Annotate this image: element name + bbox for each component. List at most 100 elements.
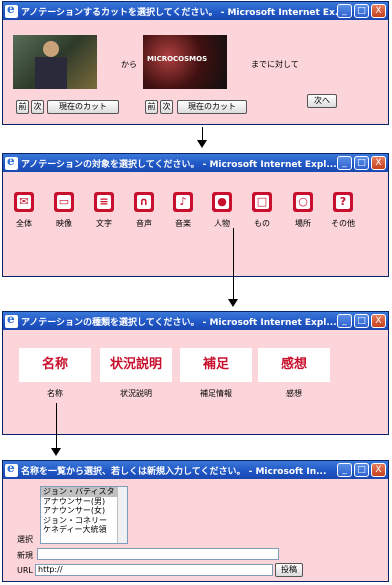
document-icon[interactable]: ≡ xyxy=(94,192,114,212)
window-content: から MICROCOSMOS までに対して 前 次 現在のカット 前 次 現在の… xyxy=(3,20,388,124)
start-cut-thumbnail xyxy=(13,35,97,89)
target-label[interactable]: 映像 xyxy=(44,218,84,229)
until-label: までに対して xyxy=(251,60,299,69)
envelope-icon[interactable]: ✉ xyxy=(14,192,34,212)
name-listbox[interactable]: ジョン・バティスタ アナウンサー(男) アナウンサー(女) ジョン・コネリー ケネディー… xyxy=(40,486,128,544)
type-card[interactable]: 名称 xyxy=(19,348,91,382)
titlebar[interactable]: アノテーションの種類を選択してください。 - Microsoft Interne… xyxy=(3,312,388,330)
icon-glyph: □ xyxy=(255,195,269,209)
target-label[interactable]: 文字 xyxy=(84,218,124,229)
icon-glyph: ○ xyxy=(296,195,310,209)
target-label[interactable]: 音声 xyxy=(124,218,164,229)
start-prev-button[interactable]: 前 xyxy=(16,100,29,114)
minimize-button[interactable]: _ xyxy=(337,463,352,477)
target-label[interactable]: 全体 xyxy=(4,218,44,229)
end-current-cut-button[interactable]: 現在のカット xyxy=(177,100,247,114)
name-input-window: 名称を一覧から選択、若しくは新規入力してください。 - Microsoft In… xyxy=(2,460,389,582)
window-title: アノテーションの種類を選択してください。 - Microsoft Interne… xyxy=(21,317,337,328)
icon-glyph: ? xyxy=(336,195,350,209)
magnifier-icon[interactable]: ○ xyxy=(293,192,313,212)
url-input[interactable]: http:// xyxy=(35,564,273,576)
url-label: URL xyxy=(17,566,33,575)
ie-icon xyxy=(5,154,18,170)
from-label: から xyxy=(121,60,137,69)
minimize-button[interactable]: _ xyxy=(337,156,352,170)
target-selection-window: アノテーションの対象を選択してください。 - Microsoft Interne… xyxy=(2,153,389,277)
start-current-cut-button[interactable]: 現在のカット xyxy=(47,100,119,114)
close-button[interactable]: X xyxy=(371,4,386,18)
type-card[interactable]: 状況説明 xyxy=(100,348,172,382)
ie-icon xyxy=(5,312,18,328)
flow-arrow-3 xyxy=(56,403,57,449)
maximize-button[interactable]: □ xyxy=(354,314,369,328)
close-button[interactable]: X xyxy=(371,314,386,328)
icon-glyph: ▭ xyxy=(57,195,71,209)
type-label: 名称 xyxy=(47,389,63,398)
flow-arrow-1 xyxy=(202,127,203,141)
icon-glyph: ● xyxy=(215,195,229,209)
window-title: アノテーションの対象を選択してください。 - Microsoft Interne… xyxy=(21,159,337,170)
type-selection-window: アノテーションの種類を選択してください。 - Microsoft Interne… xyxy=(2,311,389,435)
list-item[interactable]: アナウンサー(男) xyxy=(41,497,127,507)
list-item[interactable]: ジョン・バティスタ xyxy=(41,487,127,497)
submit-button[interactable]: 投稿 xyxy=(275,563,303,577)
select-label: 選択 xyxy=(17,535,33,544)
titlebar[interactable]: アノテーションの対象を選択してください。 - Microsoft Interne… xyxy=(3,154,388,172)
list-item[interactable]: ジョン・コネリー xyxy=(41,516,127,526)
window-title: アノテーションするカットを選択してください。 - Microsoft Inter… xyxy=(21,7,337,18)
list-item[interactable]: アナウンサー(女) xyxy=(41,506,127,516)
target-label[interactable]: もの xyxy=(242,218,282,229)
type-card[interactable]: 感想 xyxy=(258,348,330,382)
target-label[interactable]: 人物 xyxy=(202,218,242,229)
target-icon-row: ✉ 全体 ▭ 映像 ≡ 文字 ∩ 音声 ♪ 音楽 ● 人物 □ もの ○ 場所? その他 xyxy=(3,172,388,276)
maximize-button[interactable]: □ xyxy=(354,156,369,170)
new-label: 新規 xyxy=(17,551,33,560)
titlebar[interactable]: 名称を一覧から選択、若しくは新規入力してください。 - Microsoft In… xyxy=(3,461,388,479)
titlebar[interactable]: アノテーションするカットを選択してください。 - Microsoft Inter… xyxy=(3,2,388,20)
type-label: 補足情報 xyxy=(200,389,232,398)
end-prev-button[interactable]: 前 xyxy=(145,100,158,114)
target-label[interactable]: 場所 xyxy=(283,218,323,229)
icon-glyph: ∩ xyxy=(137,195,151,209)
list-item[interactable]: ケネディー大統領 xyxy=(41,525,127,535)
window-title: 名称を一覧から選択、若しくは新規入力してください。 - Microsoft In… xyxy=(21,466,327,477)
flow-arrow-2 xyxy=(233,228,234,300)
listbox-scrollbar[interactable] xyxy=(117,487,127,543)
maximize-button[interactable]: □ xyxy=(354,463,369,477)
monitor-icon[interactable]: ▭ xyxy=(54,192,74,212)
start-next-button[interactable]: 次 xyxy=(31,100,44,114)
next-step-button[interactable]: 次へ xyxy=(307,94,337,108)
flow-arrowhead-1 xyxy=(197,140,207,148)
new-name-input[interactable] xyxy=(37,548,279,560)
type-card[interactable]: 補足 xyxy=(180,348,252,382)
window-content: ジョン・バティスタ アナウンサー(男) アナウンサー(女) ジョン・コネリー ケネディー… xyxy=(3,479,388,581)
headphones-icon[interactable]: ∩ xyxy=(134,192,154,212)
thumbnail-title: MICROCOSMOS xyxy=(147,55,208,63)
flow-arrowhead-3 xyxy=(51,448,61,456)
cut-selection-window: アノテーションするカットを選択してください。 - Microsoft Inter… xyxy=(2,1,389,125)
target-label[interactable]: 音楽 xyxy=(163,218,203,229)
type-card-row: 名称 名称 状況説明 状況説明 補足 補足情報 感想 感想 xyxy=(3,330,388,434)
icon-glyph: ≡ xyxy=(97,195,111,209)
music-icon[interactable]: ♪ xyxy=(173,192,193,212)
box-icon[interactable]: □ xyxy=(252,192,272,212)
suit-figure xyxy=(35,57,67,89)
type-label: 感想 xyxy=(286,389,302,398)
ie-icon xyxy=(5,2,18,18)
ie-icon xyxy=(5,461,18,477)
end-cut-thumbnail: MICROCOSMOS xyxy=(143,35,227,89)
type-label: 状況説明 xyxy=(120,389,152,398)
icon-glyph: ♪ xyxy=(176,195,190,209)
end-next-button[interactable]: 次 xyxy=(160,100,173,114)
close-button[interactable]: X xyxy=(371,156,386,170)
question-icon[interactable]: ? xyxy=(333,192,353,212)
minimize-button[interactable]: _ xyxy=(337,4,352,18)
target-label[interactable]: その他 xyxy=(323,218,363,229)
person-figure xyxy=(43,41,59,57)
flow-arrowhead-2 xyxy=(228,299,238,307)
maximize-button[interactable]: □ xyxy=(354,4,369,18)
minimize-button[interactable]: _ xyxy=(337,314,352,328)
person-icon[interactable]: ● xyxy=(212,192,232,212)
icon-glyph: ✉ xyxy=(17,195,31,209)
close-button[interactable]: X xyxy=(371,463,386,477)
